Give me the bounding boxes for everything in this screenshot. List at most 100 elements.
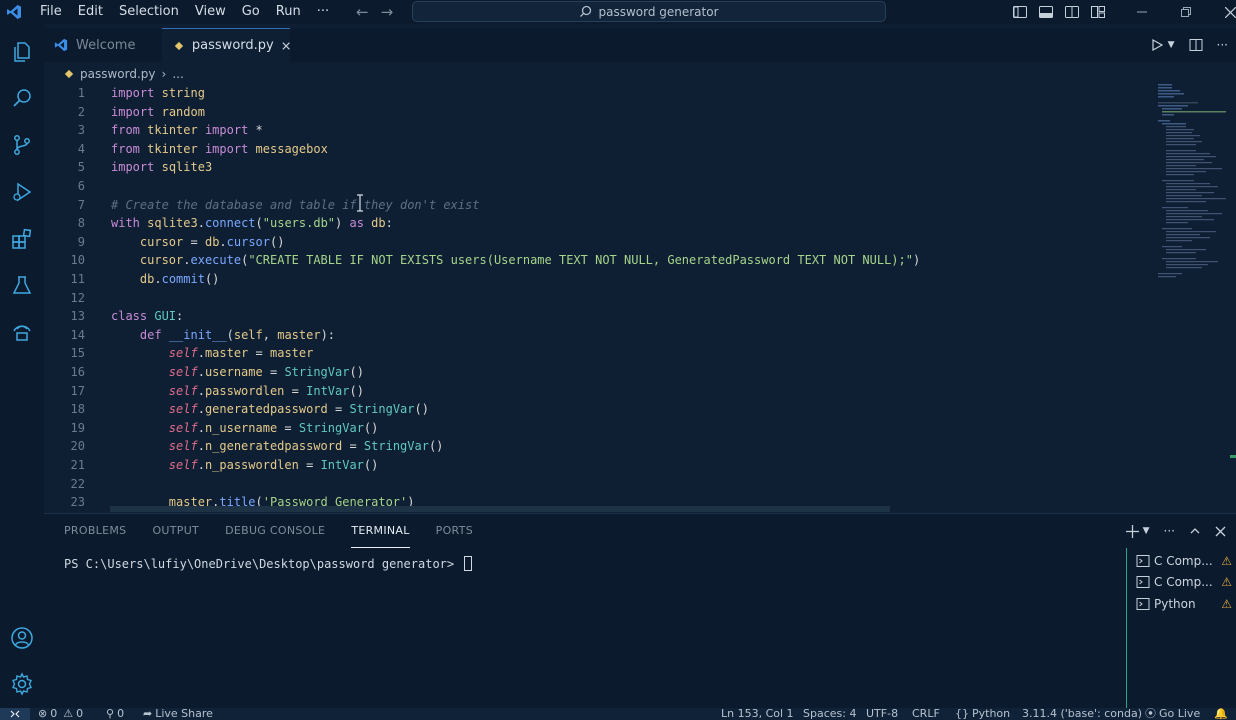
indentation-status[interactable]: Spaces: 4	[803, 708, 856, 720]
more-actions-icon[interactable]: ···	[1164, 524, 1175, 538]
terminal-entry[interactable]: C Comp... ⚠	[1136, 572, 1236, 594]
code-text: def __init__(self, master):	[111, 326, 335, 345]
language-status[interactable]: {} Python	[955, 708, 1010, 720]
code-line[interactable]: 18 self.generatedpassword = StringVar()	[44, 400, 1152, 419]
tab-problems[interactable]: PROBLEMS	[64, 514, 126, 548]
code-line[interactable]: 1 import string	[44, 84, 1152, 103]
code-token: db	[139, 272, 155, 286]
code-line[interactable]: 16 self.username = StringVar()	[44, 363, 1152, 382]
terminal-list-divider[interactable]	[1126, 548, 1127, 709]
forward-arrow-icon[interactable]: →	[381, 3, 394, 21]
maximize-panel-icon[interactable]	[1189, 525, 1201, 537]
code-line[interactable]: 7 # Create the database and table if they…	[44, 196, 1152, 215]
interpreter-status[interactable]: 3.11.4 ('base': conda)	[1022, 708, 1142, 720]
account-icon[interactable]	[8, 624, 36, 652]
code-line[interactable]: 9 cursor = db.cursor()	[44, 233, 1152, 252]
tab-output[interactable]: OUTPUT	[152, 514, 199, 548]
extensions-icon[interactable]	[8, 225, 36, 253]
menu-run[interactable]: Run	[268, 0, 309, 24]
terminal-prompt-line[interactable]: PS C:\Users\lufiy\OneDrive\Desktop\passw…	[64, 556, 473, 571]
horizontal-scrollbar[interactable]	[110, 506, 890, 512]
tab-ports[interactable]: PORTS	[436, 514, 473, 548]
menu-file[interactable]: File	[32, 0, 70, 24]
line-number: 4	[77, 141, 85, 156]
tab-debug-console[interactable]: DEBUG CONSOLE	[225, 514, 325, 548]
new-terminal-plus-icon[interactable]	[1125, 524, 1139, 538]
code-token: sqlite3	[161, 160, 213, 175]
cursor-position-status[interactable]: Ln 153, Col 1	[721, 708, 794, 720]
code-line[interactable]: 10 cursor.execute("CREATE TABLE IF NOT E…	[44, 251, 1152, 270]
command-center-search[interactable]: password generator	[412, 1, 886, 22]
code-line[interactable]: 15 self.master = master	[44, 344, 1152, 363]
breadcrumb-more[interactable]: ...	[172, 67, 183, 81]
code-token: master	[277, 327, 321, 342]
close-icon[interactable]	[282, 41, 290, 51]
chevron-down-icon[interactable]: ▼	[1143, 526, 1150, 536]
code-line[interactable]: 22	[44, 475, 1152, 494]
toggle-secondary-sidebar-icon[interactable]	[1064, 4, 1080, 20]
live-share-status[interactable]: ➦ Live Share	[143, 708, 213, 720]
code-line[interactable]: 12	[44, 289, 1152, 308]
code-line[interactable]: 21 self.n_passwordlen = IntVar()	[44, 456, 1152, 475]
code-token: )	[912, 253, 921, 268]
minimap[interactable]	[1152, 84, 1236, 512]
search-icon[interactable]	[8, 84, 36, 112]
code-line[interactable]: 17 self.passwordlen = IntVar()	[44, 382, 1152, 401]
ports-status[interactable]: ⚲ 0	[106, 708, 124, 720]
menu-selection[interactable]: Selection	[111, 0, 187, 24]
breadcrumb-file[interactable]: password.py	[80, 67, 156, 81]
code-token: ()	[428, 439, 444, 454]
terminal-entry[interactable]: Python ⚠	[1136, 593, 1236, 615]
code-editor[interactable]: 1 import string 2 import random 3 from tkinte…	[44, 84, 1152, 512]
menu-view[interactable]: View	[187, 0, 234, 24]
code-line[interactable]: 14 def __init__(self, master):	[44, 326, 1152, 345]
encoding-status[interactable]: UTF-8	[866, 708, 898, 720]
code-line[interactable]: 2 import random	[44, 103, 1152, 122]
toggle-panel-icon[interactable]	[1038, 4, 1054, 20]
line-number: 1	[77, 86, 85, 100]
toggle-primary-sidebar-icon[interactable]	[1012, 4, 1028, 20]
notifications-bell-icon[interactable]: 🔔	[1214, 708, 1228, 720]
tab-welcome[interactable]: Welcome	[44, 28, 162, 62]
split-editor-icon[interactable]	[1189, 38, 1203, 52]
code-line[interactable]: 20 self.n_generatedpassword = StringVar(…	[44, 437, 1152, 456]
tab-terminal[interactable]: TERMINAL	[351, 514, 410, 548]
remote-indicator-button[interactable]	[0, 708, 30, 720]
code-token: self	[168, 365, 198, 379]
menu-go[interactable]: Go	[234, 0, 268, 24]
chevron-down-icon[interactable]: ▼	[1168, 40, 1175, 50]
minimize-button[interactable]	[1120, 0, 1164, 24]
problems-status[interactable]: ⊗ 0 ⚠ 0	[38, 708, 83, 720]
menu-edit[interactable]: Edit	[70, 0, 111, 24]
code-line[interactable]: 19 self.n_username = StringVar()	[44, 419, 1152, 438]
settings-gear-icon[interactable]	[8, 670, 36, 698]
remote-explorer-icon[interactable]	[8, 319, 36, 347]
go-live-status[interactable]: ⦿ Go Live	[1145, 708, 1200, 720]
code-line[interactable]: 8 with sqlite3.connect("users.db") as db:	[44, 214, 1152, 233]
code-token: ()	[363, 420, 379, 435]
code-line[interactable]: 3 from tkinter import *	[44, 121, 1152, 140]
customize-layout-icon[interactable]	[1090, 4, 1106, 20]
back-arrow-icon[interactable]: ←	[356, 3, 369, 21]
close-panel-icon[interactable]	[1215, 526, 1226, 537]
menu-more[interactable]: ···	[309, 0, 337, 24]
tab-password-py[interactable]: password.py	[162, 28, 290, 62]
code-line[interactable]: 5 import sqlite3	[44, 158, 1152, 177]
explorer-icon[interactable]	[8, 38, 36, 66]
eol-status[interactable]: CRLF	[912, 708, 940, 720]
code-token: .	[154, 272, 162, 286]
code-line[interactable]: 11 db.commit()	[44, 270, 1152, 289]
terminal-entry[interactable]: C Comp... ⚠	[1136, 550, 1236, 572]
code-line[interactable]: 13 class GUI:	[44, 307, 1152, 326]
code-line[interactable]: 4 from tkinter import messagebox	[44, 140, 1152, 159]
code-line[interactable]: 6	[44, 177, 1152, 196]
close-window-button[interactable]	[1208, 0, 1236, 24]
run-debug-icon[interactable]	[8, 178, 36, 206]
line-number: 6	[77, 179, 85, 193]
warning-icon: ⚠	[1221, 553, 1232, 568]
restore-button[interactable]	[1164, 0, 1208, 24]
more-actions-icon[interactable]: ···	[1217, 38, 1228, 52]
run-python-file-icon[interactable]	[1150, 38, 1164, 52]
source-control-icon[interactable]	[8, 131, 36, 159]
testing-icon[interactable]	[8, 272, 36, 300]
